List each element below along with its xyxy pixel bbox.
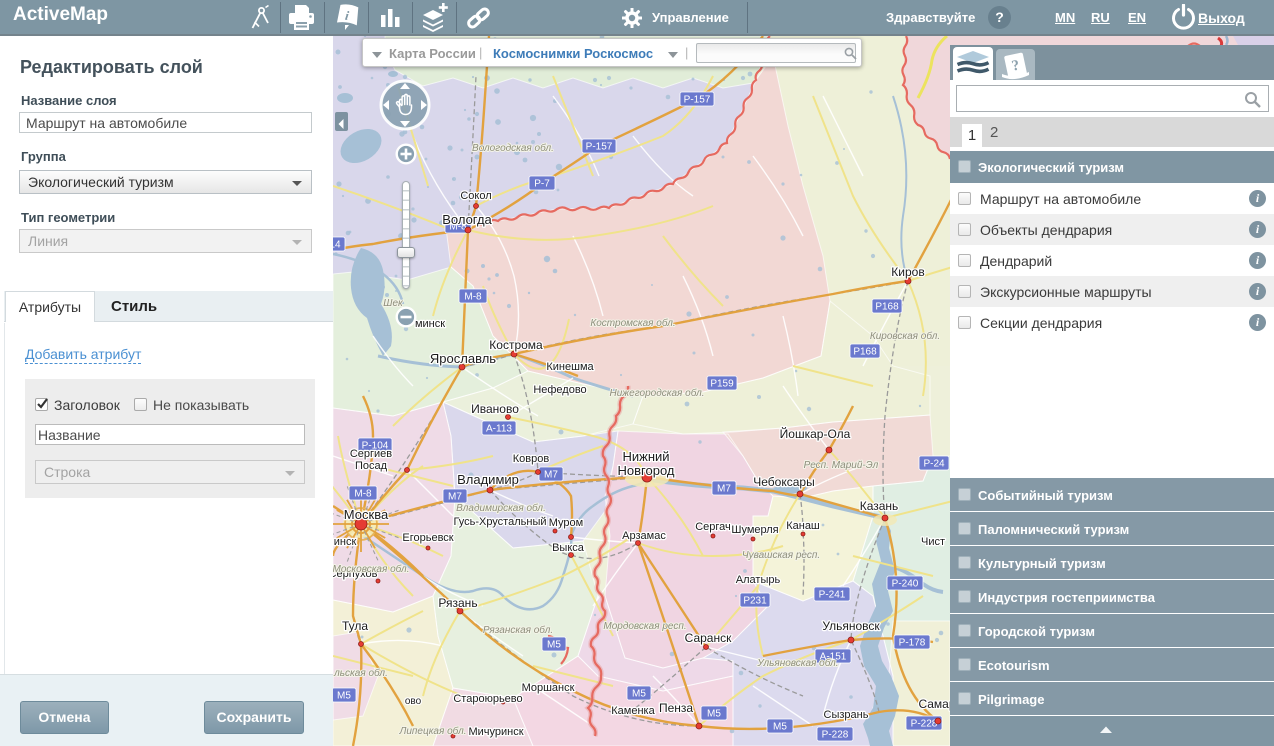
svg-text:Посад: Посад	[355, 460, 388, 472]
svg-text:Вологодская обл.: Вологодская обл.	[472, 142, 554, 154]
svg-text:Алатырь: Алатырь	[736, 574, 781, 586]
svg-text:льская обл.: льская обл.	[333, 667, 388, 679]
svg-text:Муром: Муром	[549, 517, 583, 529]
svg-text:М-8: М-8	[354, 489, 372, 500]
svg-text:М5: М5	[337, 691, 351, 702]
svg-text:М5: М5	[707, 709, 721, 720]
svg-text:Р-228: Р-228	[911, 719, 938, 730]
svg-text:минск: минск	[415, 318, 445, 330]
svg-text:Новгород: Новгород	[618, 463, 675, 478]
svg-text:Респ. Марий-Эл: Респ. Марий-Эл	[804, 460, 879, 471]
svg-text:Арзамас: Арзамас	[622, 530, 666, 542]
svg-text:Р-24: Р-24	[923, 459, 945, 470]
svg-text:инск: инск	[334, 536, 357, 548]
svg-text:Р-241: Р-241	[819, 590, 846, 601]
svg-text:Егорьевск: Егорьевск	[402, 532, 453, 544]
svg-text:Сызрань: Сызрань	[824, 709, 869, 721]
svg-text:Моршанск: Моршанск	[522, 682, 575, 694]
svg-text:Иваново: Иваново	[471, 402, 519, 416]
svg-text:Саранск: Саранск	[685, 631, 732, 645]
svg-text:Сергиев: Сергиев	[350, 448, 392, 460]
svg-text:Выкса: Выкса	[552, 542, 585, 554]
svg-text:Тула: Тула	[342, 619, 368, 633]
svg-text:Ковров: Ковров	[513, 453, 550, 465]
svg-text:Чебоксары: Чебоксары	[753, 475, 814, 489]
svg-text:Гусь-Хрустальный: Гусь-Хрустальный	[453, 516, 546, 528]
svg-text:ово: ово	[405, 696, 422, 707]
svg-text:Р168: Р168	[853, 347, 877, 358]
svg-text:Костромская обл.: Костромская обл.	[590, 317, 675, 329]
svg-text:Ульяновск: Ульяновск	[822, 619, 880, 633]
svg-text:Казань: Казань	[860, 499, 899, 513]
svg-text:Чувашская респ.: Чувашская респ.	[742, 550, 820, 561]
svg-text:14: 14	[333, 240, 341, 251]
svg-text:М5: М5	[632, 689, 646, 700]
svg-text:Чист: Чист	[921, 536, 945, 548]
svg-text:Нижний: Нижний	[622, 449, 669, 464]
svg-text:Рязань: Рязань	[438, 596, 477, 610]
svg-text:Йошкар-Ола: Йошкар-Ола	[780, 426, 851, 441]
svg-text:Р159: Р159	[710, 379, 734, 390]
svg-text:Р-228: Р-228	[822, 730, 849, 741]
svg-text:Р-157: Р-157	[684, 95, 711, 106]
svg-text:Сокол: Сокол	[460, 190, 491, 202]
svg-text:Вологда: Вологда	[442, 212, 492, 227]
svg-text:Шумерля: Шумерля	[731, 524, 778, 536]
svg-text:Нефедово: Нефедово	[533, 384, 586, 396]
svg-text:М5: М5	[773, 722, 787, 733]
svg-text:Канаш: Канаш	[786, 520, 820, 532]
svg-text:Староюрьево: Староюрьево	[453, 693, 522, 705]
svg-text:Липецкая обл.: Липецкая обл.	[399, 725, 467, 737]
svg-text:Р168: Р168	[875, 302, 899, 313]
svg-text:Киров: Киров	[891, 265, 924, 279]
svg-text:Московская обл.: Московская обл.	[333, 563, 409, 575]
svg-text:Ульяновская обл.: Ульяновская обл.	[756, 657, 838, 669]
svg-text:Владимирская обл.: Владимирская обл.	[456, 502, 546, 514]
svg-text:Кострома: Кострома	[489, 338, 543, 352]
svg-text:Мичуринск: Мичуринск	[468, 726, 523, 738]
svg-text:Р-157: Р-157	[586, 142, 613, 153]
svg-text:М7: М7	[448, 492, 462, 503]
svg-text:Р231: Р231	[743, 596, 767, 607]
svg-text:Кинешма: Кинешма	[546, 361, 594, 373]
svg-text:Пенза: Пенза	[659, 701, 693, 715]
svg-text:Каменка: Каменка	[611, 705, 655, 717]
svg-text:Р-7: Р-7	[534, 179, 550, 190]
svg-text:М5: М5	[547, 640, 561, 651]
svg-text:Ярославль: Ярославль	[430, 351, 496, 366]
svg-text:Р-240: Р-240	[892, 579, 919, 590]
svg-text:Мордовская респ.: Мордовская респ.	[603, 621, 686, 632]
svg-text:А-113: А-113	[486, 424, 512, 435]
svg-text:Сергач: Сергач	[695, 521, 731, 533]
svg-text:М7: М7	[544, 470, 558, 481]
svg-text:М7: М7	[717, 484, 731, 495]
svg-text:Москва: Москва	[344, 507, 389, 522]
svg-text:Р-178: Р-178	[899, 638, 926, 649]
svg-text:Нижегородская обл.: Нижегородская обл.	[609, 387, 704, 399]
svg-text:М-8: М-8	[464, 292, 482, 303]
svg-text:Владимир: Владимир	[457, 472, 519, 487]
svg-text:Кировская обл.: Кировская обл.	[870, 330, 940, 342]
svg-text:Рязанская обл.: Рязанская обл.	[483, 624, 553, 636]
